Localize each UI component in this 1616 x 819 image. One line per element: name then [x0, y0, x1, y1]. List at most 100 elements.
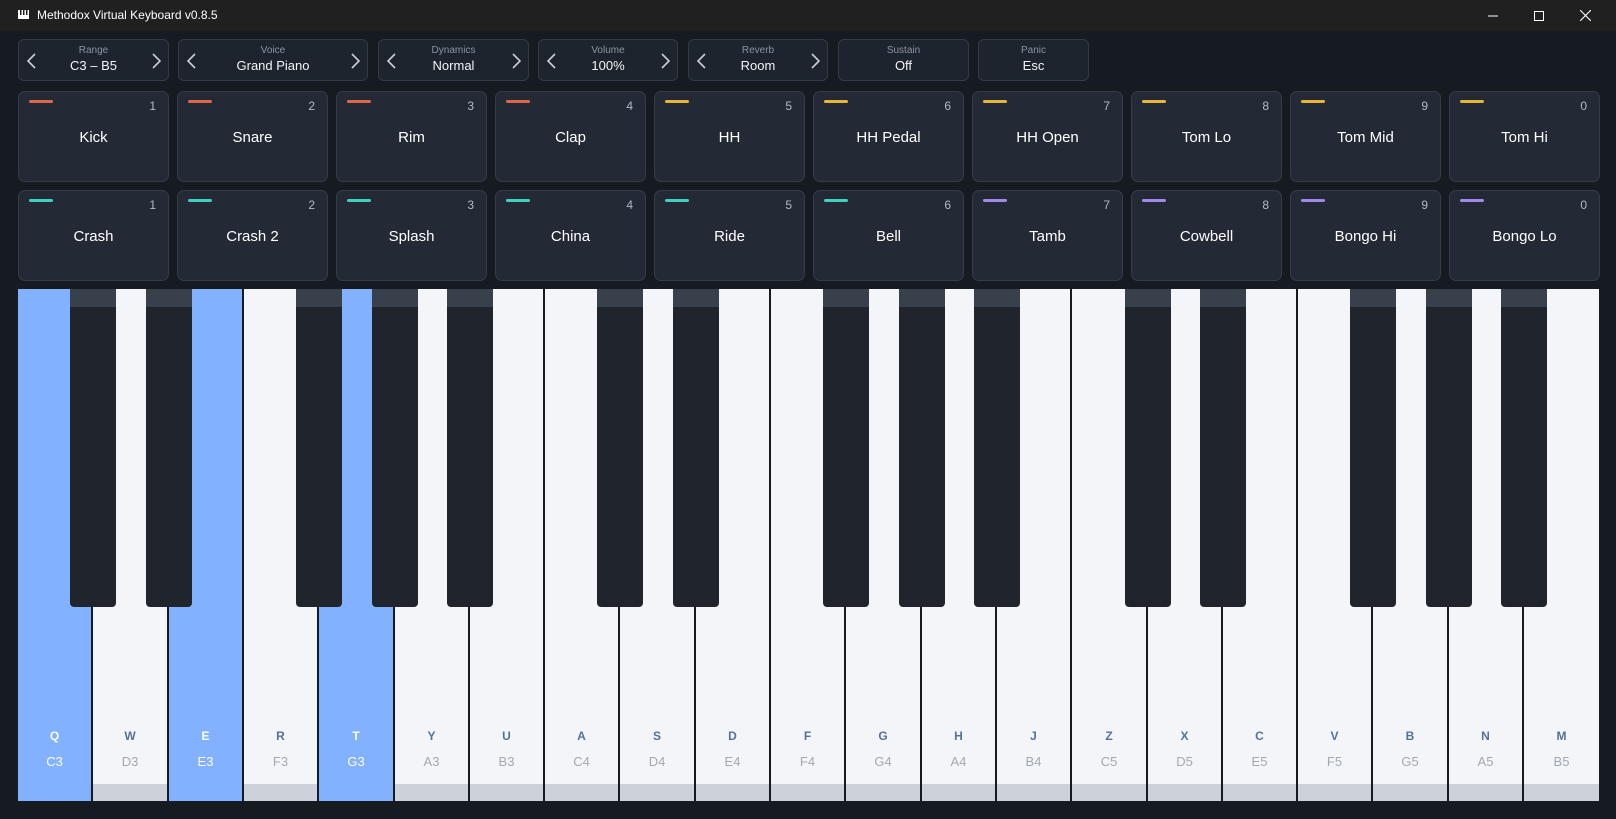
drum-pad[interactable]: 3 Splash [336, 190, 487, 281]
volume-control[interactable]: Volume 100% [538, 39, 678, 81]
dynamics-next-button[interactable] [508, 52, 524, 70]
drum-pad[interactable]: 2 Snare [177, 91, 328, 182]
dynamics-label: Dynamics [431, 45, 476, 56]
range-next-button[interactable] [148, 52, 164, 70]
voice-control[interactable]: Voice Grand Piano [178, 39, 368, 81]
key-bottom-edge [93, 784, 167, 801]
piano-keyboard: Q C3 W D3 E E3 R F3 T G3 Y A3 U B3 A C4 S D4 D E4 F F4 G G4 H A4 J… [18, 289, 1600, 801]
black-key-cap [146, 289, 192, 307]
key-bottom-edge [1072, 784, 1146, 801]
drum-pad[interactable]: 0 Bongo Lo [1449, 190, 1600, 281]
drum-pad[interactable]: 6 Bell [813, 190, 964, 281]
pad-shortcut-number: 2 [308, 99, 315, 113]
pad-shortcut-number: 2 [308, 198, 315, 212]
black-key[interactable] [899, 289, 945, 607]
key-shortcut-label: V [1330, 729, 1339, 743]
reverb-prev-button[interactable] [693, 52, 709, 70]
reverb-next-button[interactable] [807, 52, 823, 70]
key-bottom-edge [846, 784, 920, 801]
pad-shortcut-number: 5 [785, 198, 792, 212]
drum-pad[interactable]: 5 HH [654, 91, 805, 182]
key-bottom-edge [470, 784, 543, 801]
drum-pad[interactable]: 8 Tom Lo [1131, 91, 1282, 182]
drum-pad[interactable]: 8 Cowbell [1131, 190, 1282, 281]
black-key-cap [1125, 289, 1171, 307]
black-key[interactable] [447, 289, 493, 607]
volume-prev-button[interactable] [543, 52, 559, 70]
key-shortcut-label: Q [49, 729, 60, 743]
black-key[interactable] [70, 289, 116, 607]
sustain-control[interactable]: Sustain Off [838, 39, 969, 81]
close-button[interactable] [1562, 0, 1608, 31]
key-bottom-edge [620, 784, 694, 801]
black-key[interactable] [1200, 289, 1246, 607]
range-label: Range [78, 45, 109, 56]
pad-name: HH [718, 129, 741, 146]
chevron-right-icon [660, 53, 670, 69]
black-key[interactable] [1125, 289, 1171, 607]
key-note-label: B4 [1025, 754, 1042, 769]
pad-shortcut-number: 0 [1580, 99, 1587, 113]
pad-name: Bongo Hi [1334, 228, 1397, 245]
sustain-value: Off [894, 58, 913, 73]
drum-pad[interactable]: 1 Kick [18, 91, 169, 182]
pad-accent-bar [1301, 199, 1325, 202]
black-key[interactable] [146, 289, 192, 607]
key-shortcut-label: N [1481, 729, 1490, 743]
key-note-label: A4 [950, 754, 967, 769]
dynamics-prev-button[interactable] [383, 52, 399, 70]
drum-pad[interactable]: 4 Clap [495, 91, 646, 182]
pad-name: Bell [875, 228, 901, 245]
pad-name: Crash 2 [226, 228, 279, 245]
drum-pad[interactable]: 7 HH Open [972, 91, 1123, 182]
black-key-cap [447, 289, 493, 307]
key-bottom-edge [395, 784, 468, 801]
chevron-left-icon [26, 53, 36, 69]
black-key[interactable] [823, 289, 869, 607]
pad-name: Ride [714, 228, 745, 245]
key-bottom-edge [1524, 784, 1599, 801]
black-key[interactable] [296, 289, 342, 607]
range-control[interactable]: Range C3 – B5 [18, 39, 169, 81]
key-shortcut-label: M [1556, 729, 1567, 743]
black-key[interactable] [372, 289, 418, 607]
black-key-cap [597, 289, 643, 307]
maximize-button[interactable] [1516, 0, 1562, 31]
chevron-right-icon [511, 53, 521, 69]
drum-pad[interactable]: 0 Tom Hi [1449, 91, 1600, 182]
close-icon [1579, 10, 1591, 21]
drum-pad[interactable]: 6 HH Pedal [813, 91, 964, 182]
key-note-label: C5 [1100, 754, 1118, 769]
key-shortcut-label: J [1030, 729, 1037, 743]
voice-prev-button[interactable] [183, 52, 199, 70]
black-key[interactable] [673, 289, 719, 607]
black-key[interactable] [597, 289, 643, 607]
drum-pad[interactable]: 3 Rim [336, 91, 487, 182]
pad-shortcut-number: 0 [1580, 198, 1587, 212]
black-key[interactable] [974, 289, 1020, 607]
key-bottom-edge [922, 784, 995, 801]
chevron-right-icon [810, 53, 820, 69]
drum-pad[interactable]: 4 China [495, 190, 646, 281]
minimize-button[interactable] [1470, 0, 1516, 31]
black-key[interactable] [1426, 289, 1472, 607]
drum-pad[interactable]: 2 Crash 2 [177, 190, 328, 281]
range-prev-button[interactable] [23, 52, 39, 70]
drum-pad[interactable]: 1 Crash [18, 190, 169, 281]
drum-pad[interactable]: 9 Bongo Hi [1290, 190, 1441, 281]
pad-accent-bar [1460, 100, 1484, 103]
drum-pad[interactable]: 7 Tamb [972, 190, 1123, 281]
black-key[interactable] [1350, 289, 1396, 607]
key-shortcut-label: D [728, 729, 737, 743]
volume-next-button[interactable] [657, 52, 673, 70]
drum-pad[interactable]: 5 Ride [654, 190, 805, 281]
panic-control[interactable]: Panic Esc [978, 39, 1089, 81]
key-bottom-edge [1449, 784, 1522, 801]
pad-shortcut-number: 6 [944, 99, 951, 113]
dynamics-control[interactable]: Dynamics Normal [378, 39, 529, 81]
reverb-control[interactable]: Reverb Room [688, 39, 828, 81]
black-key[interactable] [1501, 289, 1547, 607]
pad-name: Tom Lo [1181, 129, 1232, 146]
drum-pad[interactable]: 9 Tom Mid [1290, 91, 1441, 182]
voice-next-button[interactable] [347, 52, 363, 70]
